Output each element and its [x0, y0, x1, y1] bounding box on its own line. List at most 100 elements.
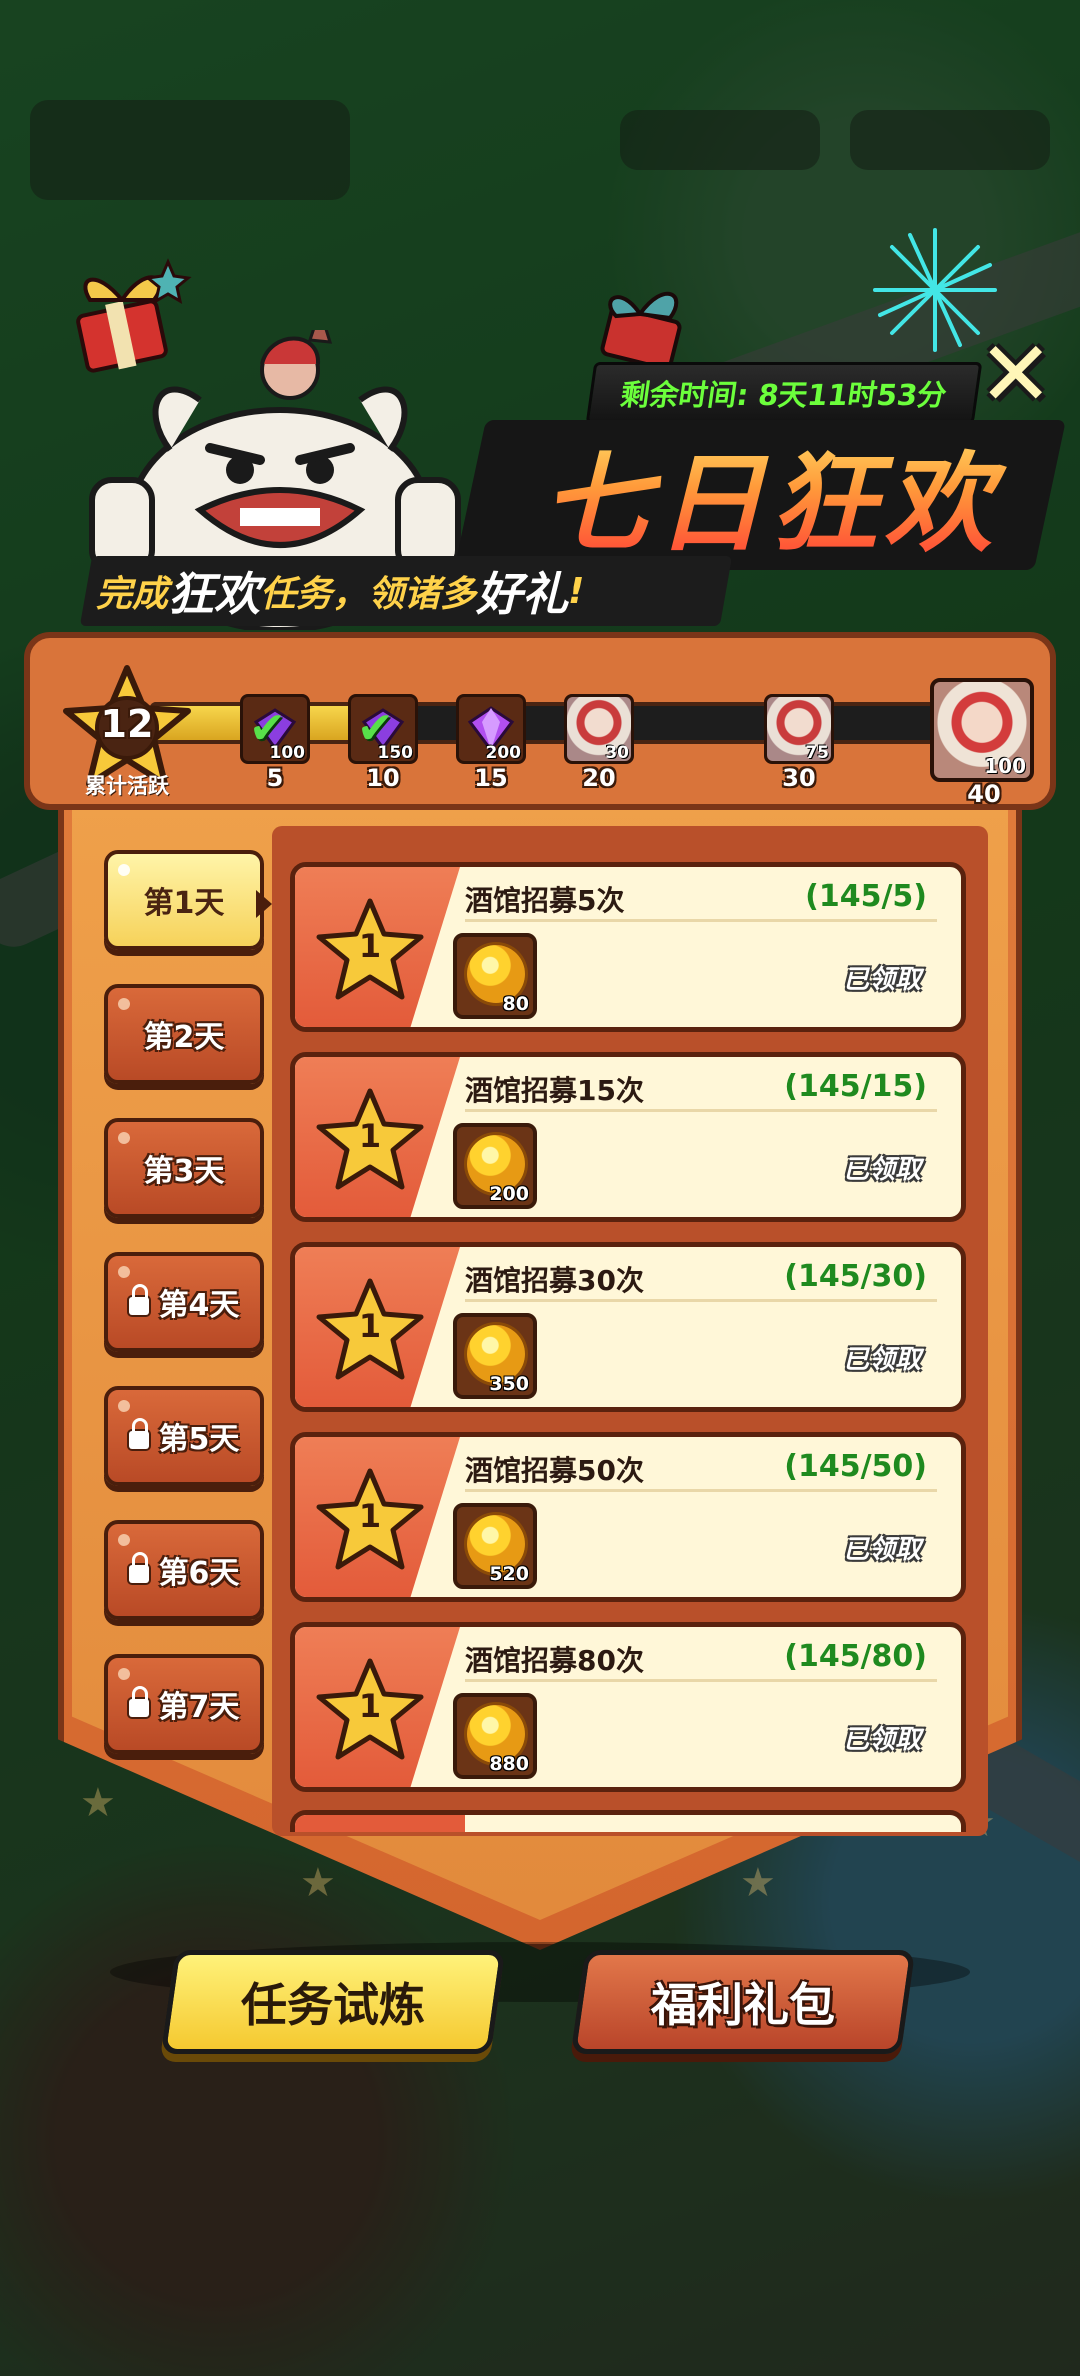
- task-progress: (145/15): [784, 1069, 927, 1104]
- tab-highlight-dot: [118, 1534, 130, 1546]
- day-tab-label: 第7天: [158, 1690, 240, 1725]
- task-divider: [465, 1109, 937, 1112]
- day-tab-3[interactable]: 第3天: [104, 1118, 264, 1218]
- event-title: 七日狂欢: [500, 420, 1040, 570]
- activity-score-label: 累计活跃: [85, 774, 169, 798]
- milestone-reward-10[interactable]: ✔ 150: [348, 694, 418, 764]
- task-divider: [465, 1679, 937, 1682]
- task-progress: (145/5): [805, 879, 927, 914]
- reward-quantity: 80: [502, 993, 529, 1015]
- day-tab-4[interactable]: 第4天: [104, 1252, 264, 1352]
- task-progress: (145/30): [784, 1259, 927, 1294]
- tab-highlight-dot: [118, 1400, 130, 1412]
- task-name: 酒馆招募30次: [465, 1264, 644, 1297]
- task-activity-points: 1: [358, 1687, 382, 1725]
- day-tab-label: 第6天: [158, 1556, 240, 1591]
- panel-star-pattern: ★: [80, 1780, 116, 1826]
- task-status: 已领取: [842, 1535, 921, 1565]
- task-card[interactable]: 1 酒馆招募15次 (145/15) 200 已领取: [290, 1052, 966, 1222]
- milestone-reward-20[interactable]: 30: [564, 694, 634, 764]
- milestone-reward-30[interactable]: 75: [764, 694, 834, 764]
- active-tab-arrow-icon: [256, 890, 272, 918]
- task-progress: (145/80): [784, 1639, 927, 1674]
- task-name: 酒馆招募50次: [465, 1454, 644, 1487]
- milestone-threshold: 20: [582, 764, 616, 792]
- lock-icon: [128, 1284, 149, 1315]
- milestone-reward-15[interactable]: 200: [456, 694, 526, 764]
- task-card[interactable]: 1 酒馆招募5次 (145/5) 80 已领取: [290, 862, 966, 1032]
- task-card[interactable]: 1 酒馆招募50次 (145/50) 520 已领取: [290, 1432, 966, 1602]
- task-activity-points: 1: [358, 927, 382, 965]
- activity-score: 12: [100, 702, 154, 746]
- day-tab-7[interactable]: 第7天: [104, 1654, 264, 1754]
- gold-coin-reward[interactable]: 880: [453, 1693, 537, 1779]
- milestone-reward-qty: 30: [605, 743, 629, 763]
- tab-highlight-dot: [118, 864, 130, 876]
- welfare-gift-label: 福利礼包: [651, 1978, 835, 2032]
- day-tab-5[interactable]: 第5天: [104, 1386, 264, 1486]
- task-activity-points: 1: [358, 1497, 382, 1535]
- final-milestone-reward[interactable]: 100: [930, 678, 1034, 782]
- task-card-partial: [290, 1810, 966, 1832]
- reward-quantity: 880: [489, 1753, 529, 1775]
- reward-quantity: 520: [489, 1563, 529, 1585]
- task-status: 已领取: [842, 1345, 921, 1375]
- event-subtitle: 完成 狂欢 任务，领诸多 好礼 !: [96, 556, 716, 626]
- task-card[interactable]: 1 酒馆招募30次 (145/30) 350 已领取: [290, 1242, 966, 1412]
- task-divider: [465, 1489, 937, 1492]
- task-status: 已领取: [842, 965, 921, 995]
- tab-highlight-dot: [118, 998, 130, 1010]
- task-name: 酒馆招募5次: [465, 884, 625, 917]
- subtitle-part: 完成: [96, 574, 169, 615]
- milestone-reward-qty: 100: [269, 743, 306, 763]
- reward-quantity: 350: [489, 1373, 529, 1395]
- milestone-threshold: 10: [366, 764, 400, 792]
- gold-coin-reward[interactable]: 350: [453, 1313, 537, 1399]
- task-progress: (145/50): [784, 1449, 927, 1484]
- task-card[interactable]: 1 酒馆招募80次 (145/80) 880 已领取: [290, 1622, 966, 1792]
- lock-icon: [128, 1418, 149, 1449]
- lock-icon: [128, 1552, 149, 1583]
- gold-coin-reward[interactable]: 200: [453, 1123, 537, 1209]
- task-name: 酒馆招募80次: [465, 1644, 644, 1677]
- panel-star-pattern: ★: [740, 1860, 776, 1906]
- task-name: 酒馆招募15次: [465, 1074, 644, 1107]
- tab-highlight-dot: [118, 1132, 130, 1144]
- day-tab-label: 第1天: [143, 886, 225, 921]
- subtitle-highlight: 狂欢: [168, 567, 261, 621]
- task-status: 已领取: [842, 1155, 921, 1185]
- tasks-trial-label: 任务试炼: [241, 1978, 425, 2032]
- welfare-gift-tab-button[interactable]: 福利礼包: [570, 1950, 916, 2054]
- lock-icon: [128, 1686, 149, 1717]
- day-tab-1[interactable]: 第1天: [104, 850, 264, 950]
- milestone-threshold: 40: [967, 780, 1001, 808]
- milestone-reward-qty: 200: [485, 743, 522, 763]
- day-tab-label: 第4天: [158, 1288, 240, 1323]
- subtitle-part: 任务，领诸多: [260, 574, 477, 615]
- reward-quantity: 200: [489, 1183, 529, 1205]
- subtitle-part: !: [568, 570, 585, 612]
- close-button[interactable]: ✕: [978, 330, 1053, 420]
- panel-star-pattern: ★: [300, 1860, 336, 1906]
- tab-highlight-dot: [118, 1266, 130, 1278]
- task-activity-points: 1: [358, 1307, 382, 1345]
- milestone-threshold: 30: [782, 764, 816, 792]
- milestone-reward-qty: 75: [805, 743, 829, 763]
- day-tab-2[interactable]: 第2天: [104, 984, 264, 1084]
- milestone-reward-qty: 100: [984, 754, 1026, 778]
- day-tab-label: 第2天: [143, 1020, 225, 1055]
- task-divider: [465, 919, 937, 922]
- day-tab-label: 第3天: [143, 1154, 225, 1189]
- task-status: 已领取: [842, 1725, 921, 1755]
- gold-coin-reward[interactable]: 80: [453, 933, 537, 1019]
- day-tab-6[interactable]: 第6天: [104, 1520, 264, 1620]
- subtitle-highlight: 好礼: [476, 567, 569, 621]
- milestone-reward-5[interactable]: ✔ 100: [240, 694, 310, 764]
- task-divider: [465, 1299, 937, 1302]
- task-activity-points: 1: [358, 1117, 382, 1155]
- gold-coin-reward[interactable]: 520: [453, 1503, 537, 1589]
- remaining-time-banner: 剩余时间: 8天11时53分: [585, 362, 982, 424]
- milestone-reward-qty: 150: [377, 743, 414, 763]
- milestone-threshold: 5: [266, 764, 284, 792]
- tasks-trial-tab-button[interactable]: 任务试炼: [160, 1950, 506, 2054]
